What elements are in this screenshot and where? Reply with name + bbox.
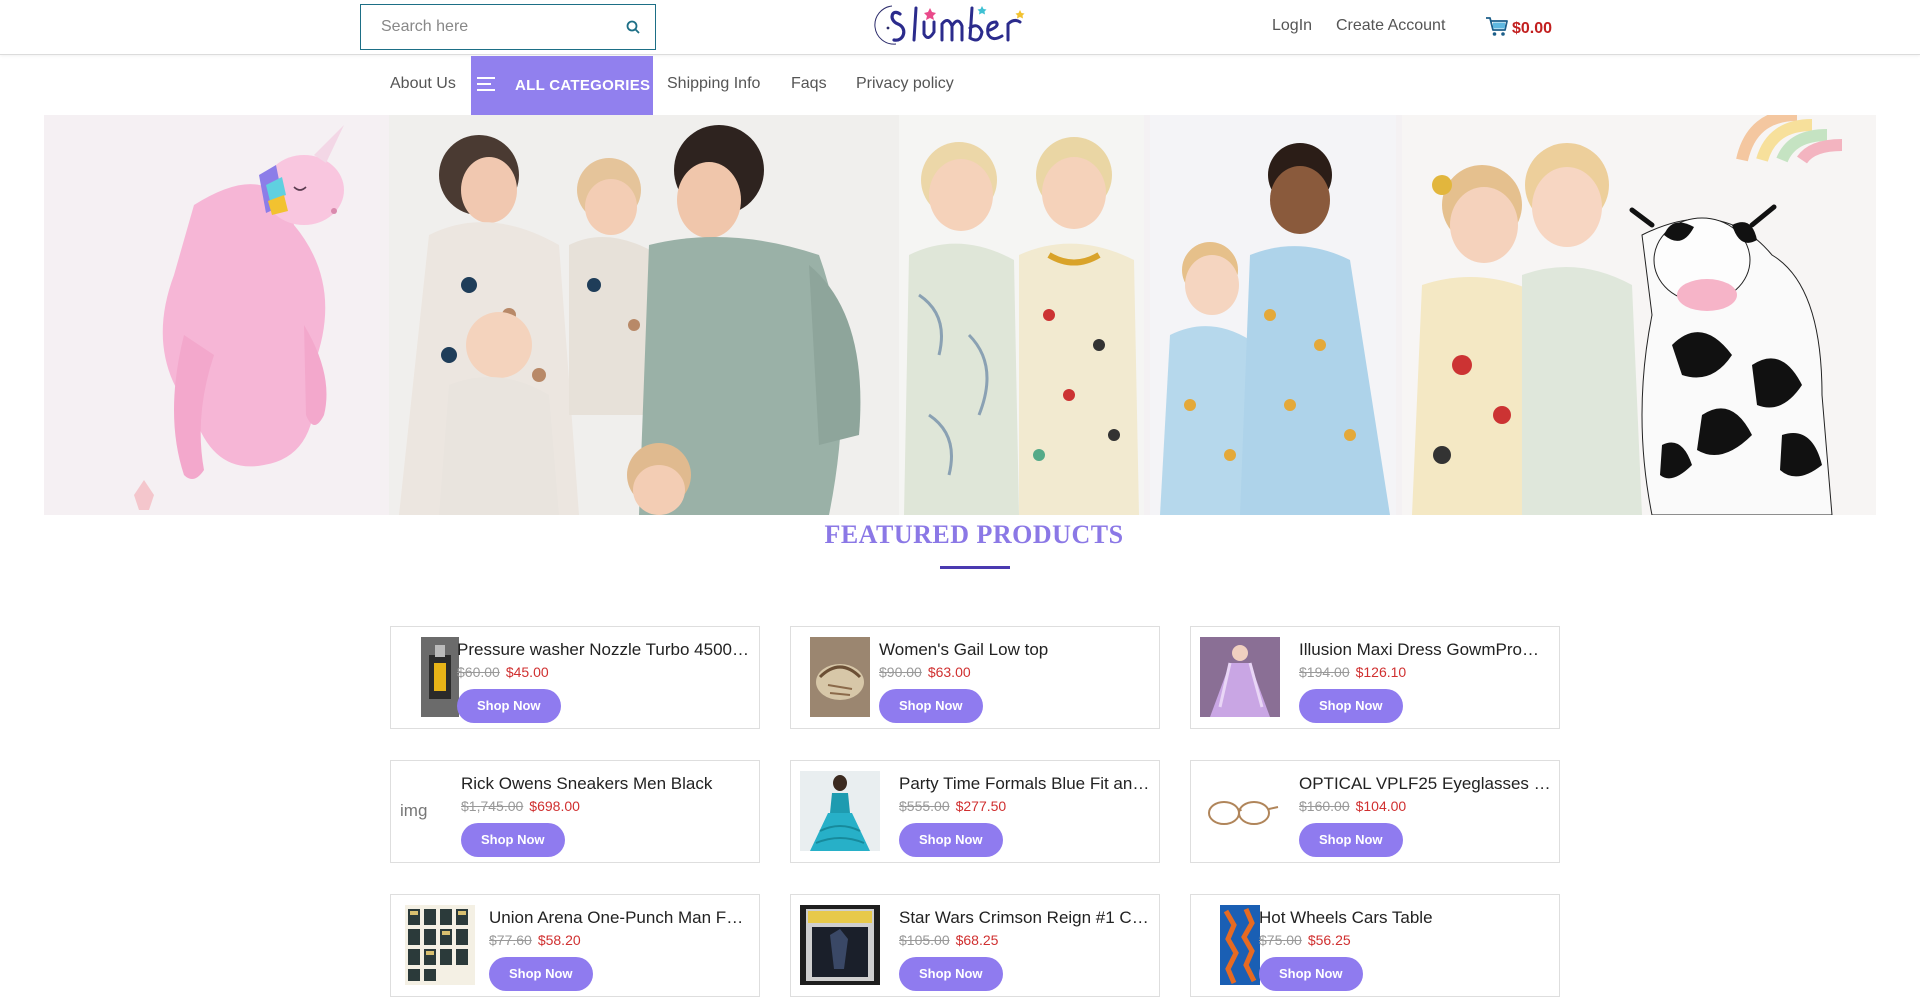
product-price: $45.00: [505, 664, 549, 680]
product-name[interactable]: Star Wars Crimson Reign #1 Cracked: [899, 907, 1151, 929]
product-image[interactable]: [800, 637, 880, 717]
all-categories-button[interactable]: ALL CATEGORIES: [471, 56, 653, 115]
product-name[interactable]: OPTICAL VPLF25 Eyeglasses Gold: [1299, 773, 1551, 795]
shop-now-button[interactable]: Shop Now: [461, 823, 565, 857]
shop-now-button[interactable]: Shop Now: [899, 823, 1003, 857]
product-card[interactable]: Illusion Maxi Dress GowmProm Wedding $19…: [1190, 626, 1560, 729]
login-link[interactable]: LogIn: [1272, 17, 1312, 35]
product-price: $63.00: [927, 664, 971, 680]
product-old-price: $77.60: [489, 932, 532, 948]
product-old-price: $1,745.00: [461, 798, 524, 814]
product-price: $698.00: [529, 798, 580, 814]
shop-now-button[interactable]: Shop Now: [1259, 957, 1363, 991]
hero-family-pajamas-image: [389, 115, 899, 515]
product-card[interactable]: Star Wars Crimson Reign #1 Cracked $105.…: [790, 894, 1160, 997]
product-card[interactable]: Party Time Formals Blue Fit and Flare $5…: [790, 760, 1160, 863]
top-header: LogIn Create Account $0.00: [0, 0, 1920, 55]
search-input[interactable]: [361, 5, 611, 49]
all-categories-label: ALL CATEGORIES: [515, 77, 651, 94]
hamburger-icon: [477, 76, 497, 96]
product-old-price: $90.00: [879, 664, 922, 680]
nav-faqs[interactable]: Faqs: [791, 75, 827, 93]
cart-button[interactable]: $0.00: [1484, 13, 1552, 44]
shop-now-button[interactable]: Shop Now: [899, 957, 1003, 991]
cart-total: $0.00: [1512, 19, 1553, 37]
product-price: $58.20: [537, 932, 581, 948]
search-box: [360, 4, 656, 50]
shop-now-button[interactable]: Shop Now: [1299, 823, 1403, 857]
product-card[interactable]: Pressure washer Nozzle Turbo 4500 Psi $6…: [390, 626, 760, 729]
product-old-price: $555.00: [899, 798, 950, 814]
product-card[interactable]: OPTICAL VPLF25 Eyeglasses Gold $160.00 $1…: [1190, 760, 1560, 863]
hero-banner[interactable]: [44, 115, 1876, 515]
product-name[interactable]: Party Time Formals Blue Fit and Flare: [899, 773, 1151, 795]
cart-icon: [1484, 13, 1510, 44]
hero-unicorn-lovey-image: [44, 115, 389, 515]
title-underline: [940, 566, 1010, 569]
hero-boys-pajamas-image: [899, 115, 1144, 515]
nav-about-us[interactable]: About Us: [390, 75, 456, 93]
product-card[interactable]: Women's Gail Low top $90.00 $63.00 Shop N…: [790, 626, 1160, 729]
product-price: $277.50: [955, 798, 1007, 814]
product-old-price: $160.00: [1299, 798, 1350, 814]
product-image[interactable]: [1200, 637, 1280, 717]
broken-image-alt: img: [400, 801, 428, 820]
shop-now-button[interactable]: Shop Now: [879, 689, 983, 723]
product-image[interactable]: [800, 905, 880, 985]
product-name[interactable]: Rick Owens Sneakers Men Black: [461, 773, 751, 795]
nav-shipping-info[interactable]: Shipping Info: [667, 75, 760, 93]
product-image[interactable]: [1200, 771, 1280, 851]
product-old-price: $60.00: [457, 664, 500, 680]
create-account-link[interactable]: Create Account: [1336, 17, 1445, 35]
shop-now-button[interactable]: Shop Now: [457, 689, 561, 723]
product-old-price: $75.00: [1259, 932, 1302, 948]
hero-girls-cow-lovey-image: [1402, 115, 1876, 515]
product-image[interactable]: [800, 771, 880, 851]
nav-privacy-policy[interactable]: Privacy policy: [856, 75, 954, 93]
product-card[interactable]: Union Arena One-Punch Man Fubuki $77.60 $…: [390, 894, 760, 997]
product-old-price: $105.00: [899, 932, 950, 948]
product-old-price: $194.00: [1299, 664, 1350, 680]
product-price: $104.00: [1355, 798, 1407, 814]
product-name[interactable]: Illusion Maxi Dress GowmProm Wedding: [1299, 639, 1551, 661]
product-name[interactable]: Women's Gail Low top: [879, 639, 1151, 661]
featured-products-title: FEATURED PRODUCTS: [824, 520, 1124, 549]
main-nav: About Us ALL CATEGORIES Shipping Info Fa…: [0, 56, 1920, 115]
slumber-logo[interactable]: [870, 0, 1030, 54]
hero-girls-dresses-image: [1150, 115, 1396, 515]
product-card[interactable]: Hot Wheels Cars Table $75.00 $56.25 Shop …: [1190, 894, 1560, 997]
product-price: $68.25: [955, 932, 999, 948]
product-name[interactable]: Hot Wheels Cars Table: [1259, 907, 1551, 929]
product-card[interactable]: img Rick Owens Sneakers Men Black $1,745…: [390, 760, 760, 863]
product-price: $126.10: [1355, 664, 1407, 680]
product-name[interactable]: Union Arena One-Punch Man Fubuki: [489, 907, 751, 929]
product-price: $56.25: [1307, 932, 1351, 948]
product-image[interactable]: [400, 905, 480, 985]
product-name[interactable]: Pressure washer Nozzle Turbo 4500 Psi: [457, 639, 751, 661]
shop-now-button[interactable]: Shop Now: [1299, 689, 1403, 723]
shop-now-button[interactable]: Shop Now: [489, 957, 593, 991]
search-icon[interactable]: [611, 20, 655, 34]
